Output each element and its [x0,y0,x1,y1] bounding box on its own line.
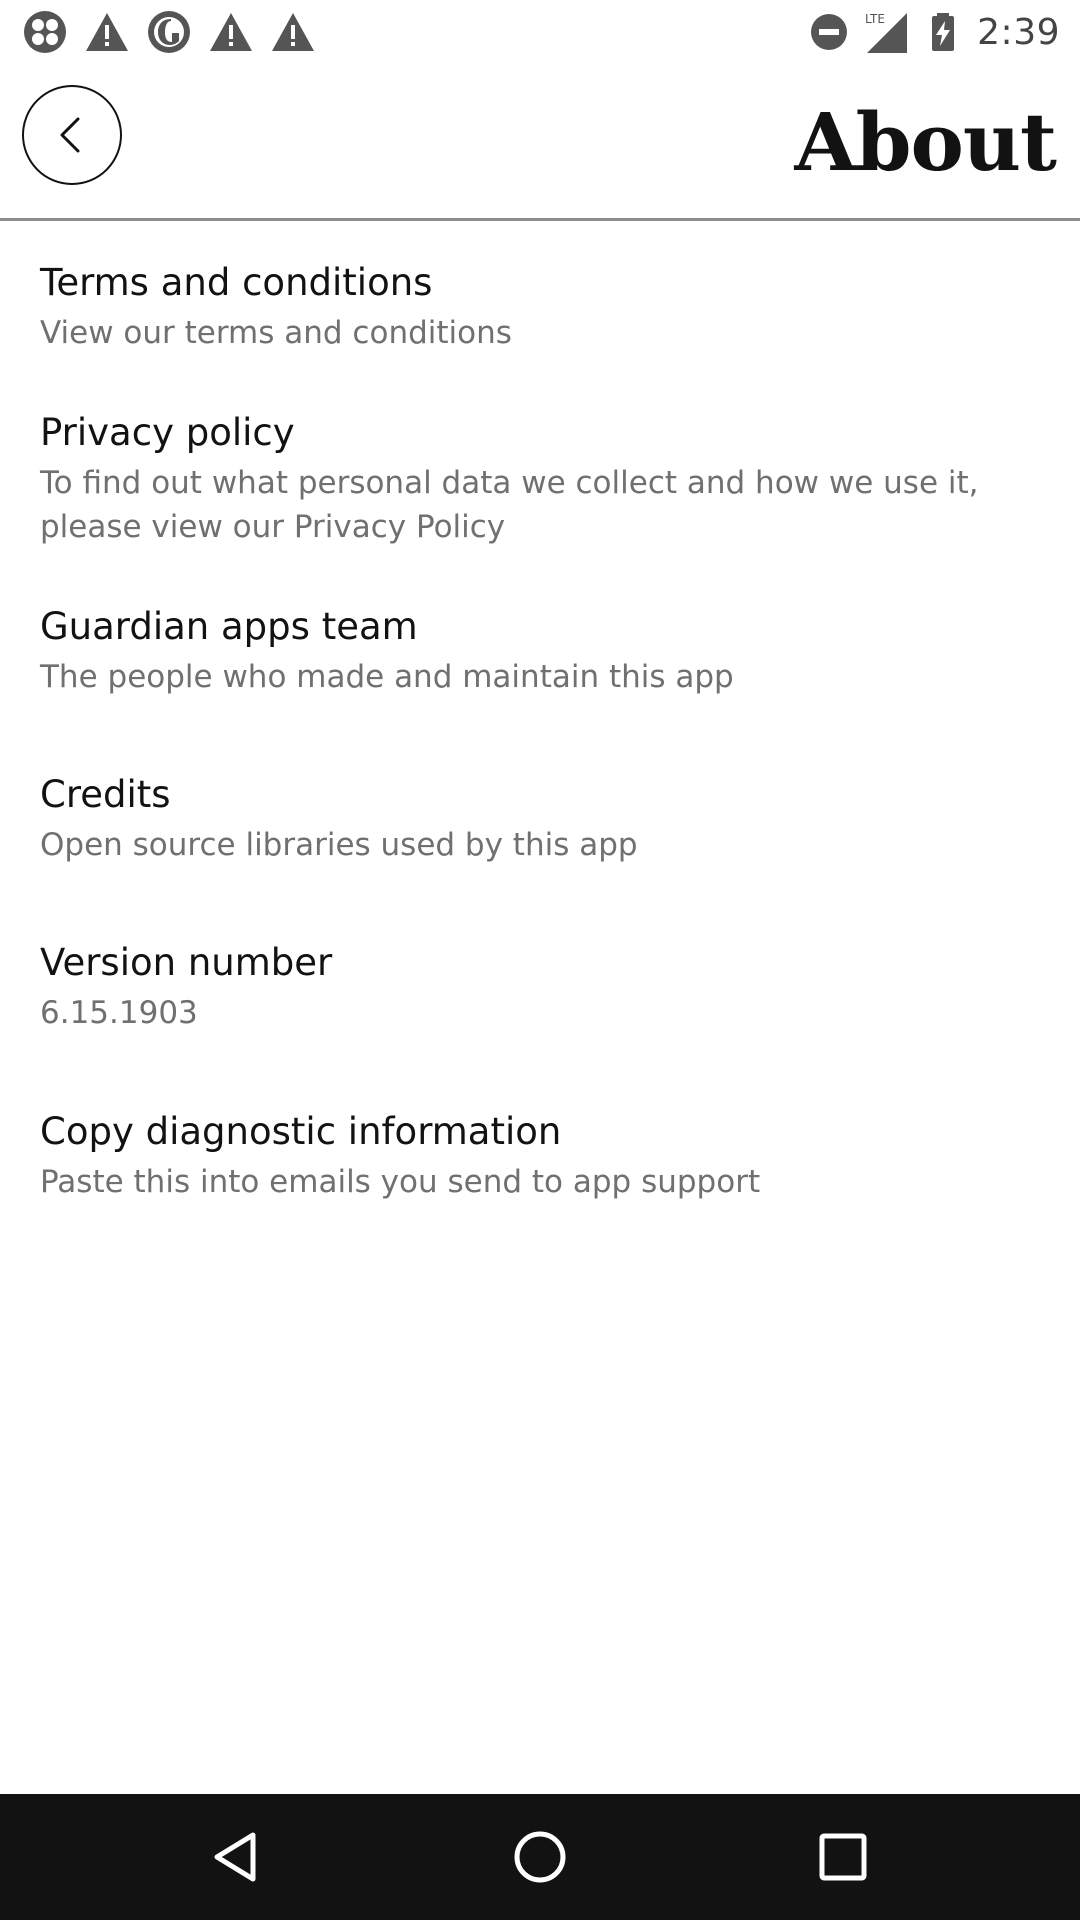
item-summary: Paste this into emails you send to app s… [40,1164,761,1200]
back-button[interactable] [22,85,122,185]
item-title: Guardian apps team [40,605,418,648]
nav-recents-button[interactable] [813,1827,873,1887]
nav-home-button[interactable] [510,1827,570,1887]
page-title: About [794,95,1057,189]
clock: 2:39 [977,11,1060,53]
warning-icon [210,13,252,51]
item-title: Copy diagnostic information [40,1110,562,1153]
app-notification-icon [24,11,66,53]
system-status-icons: LTE 2:39 [809,8,1060,56]
guardian-icon [148,11,190,53]
version-value: 6.15.1903 [40,995,198,1031]
home-circle-icon [514,1831,566,1883]
copy-diagnostic-information-item[interactable]: Copy diagnostic information Paste this i… [0,1108,1080,1204]
recents-square-icon [819,1833,867,1881]
item-title: Terms and conditions [40,261,433,304]
warning-icon [272,13,314,51]
terms-and-conditions-item[interactable]: Terms and conditions View our terms and … [0,259,1080,355]
item-title: Credits [40,773,171,816]
item-summary: View our terms and conditions [40,315,512,351]
version-number-item[interactable]: Version number 6.15.1903 [0,939,1080,1035]
credits-item[interactable]: Credits Open source libraries used by th… [0,771,1080,867]
app-bar: About [0,64,1080,221]
warning-icon [86,13,128,51]
do-not-disturb-icon [811,14,848,50]
status-bar: LTE 2:39 [0,0,1080,64]
back-triangle-icon [214,1832,256,1882]
lte-label: LTE [865,12,885,26]
lte-signal-icon: LTE [865,12,908,53]
item-summary: Open source libraries used by this app [40,827,638,863]
item-summary: The people who made and maintain this ap… [40,659,734,695]
nav-back-button[interactable] [207,1827,267,1887]
privacy-policy-item[interactable]: Privacy policy To find out what personal… [0,409,1080,549]
guardian-apps-team-item[interactable]: Guardian apps team The people who made a… [0,603,1080,699]
item-summary: To find out what personal data we collec… [40,465,979,545]
chevron-left-icon [60,117,80,153]
notification-icons [22,10,316,54]
item-title: Privacy policy [40,411,295,454]
battery-charging-icon [932,13,955,51]
item-title: Version number [40,941,333,984]
navigation-bar [0,1794,1080,1920]
